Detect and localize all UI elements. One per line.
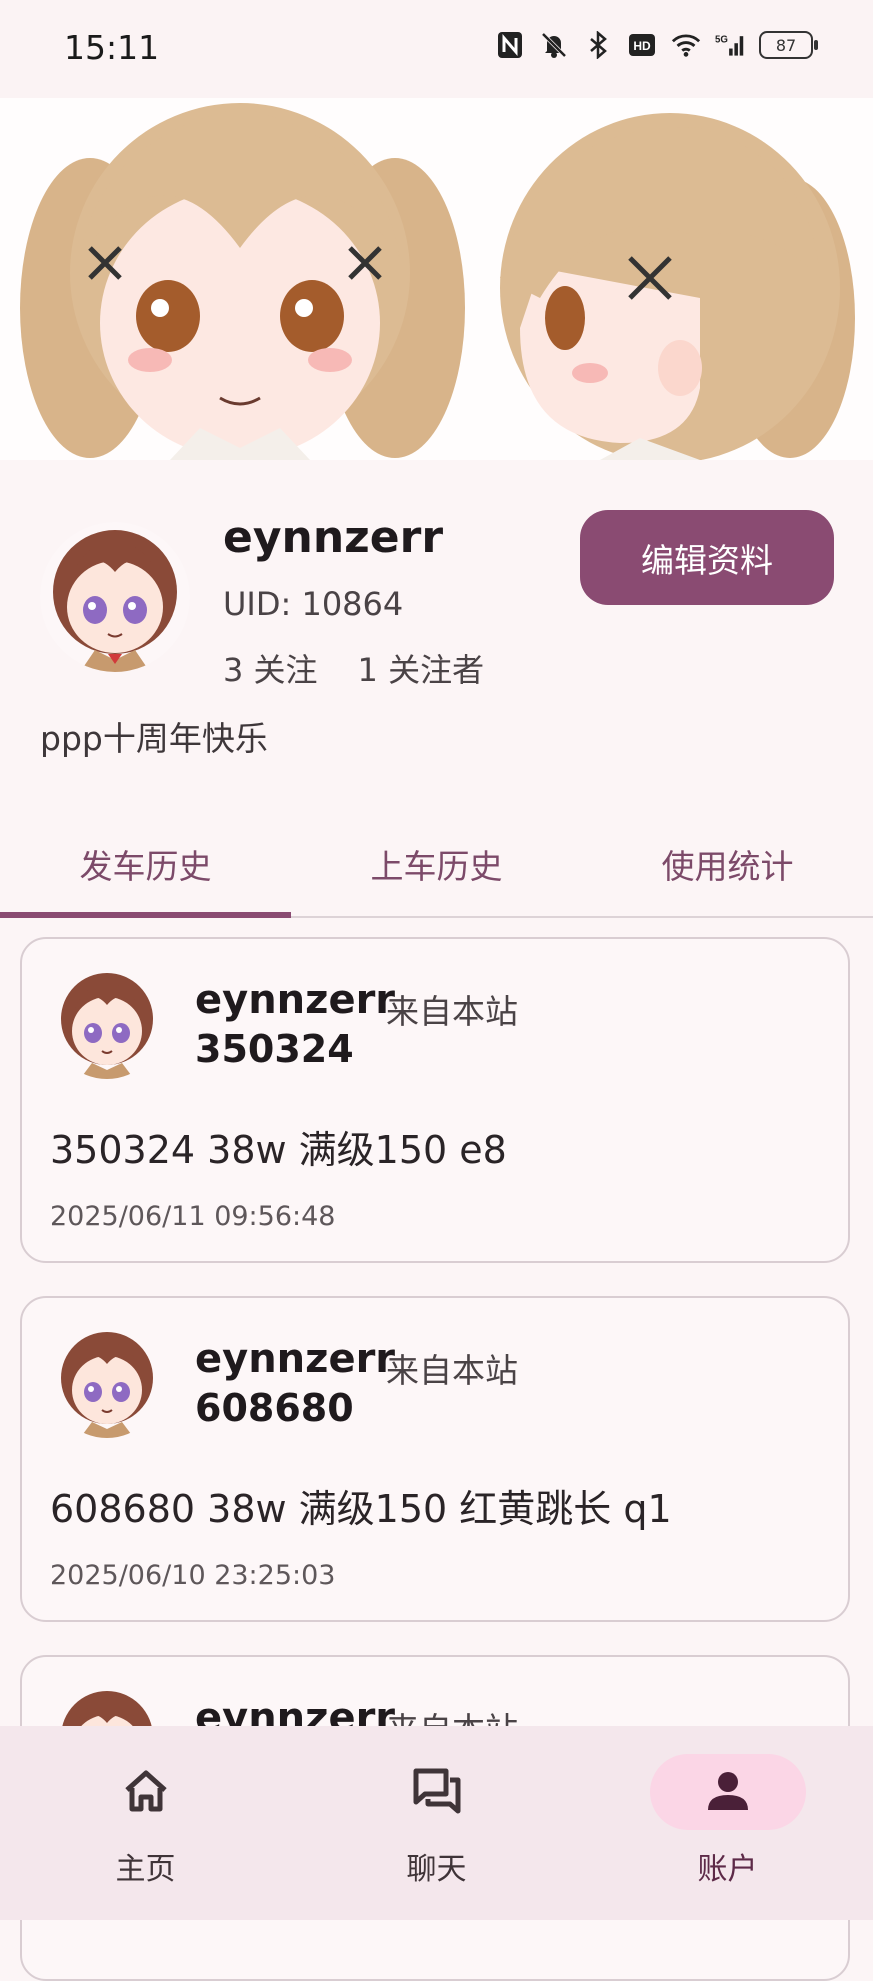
nfc-icon xyxy=(495,30,525,60)
followers-count[interactable]: 1 关注者 xyxy=(358,645,485,691)
svg-text:5G: 5G xyxy=(715,34,728,45)
nav-account-label: 账户 xyxy=(697,1852,758,1887)
mute-icon xyxy=(539,30,569,60)
wifi-icon xyxy=(671,30,701,60)
svg-text:HD: HD xyxy=(633,39,651,53)
following-count[interactable]: 3 关注 xyxy=(223,645,318,691)
post-timestamp: 2025/06/11 09:56:48 xyxy=(50,1201,336,1232)
home-icon xyxy=(121,1766,171,1816)
post-room-number: 350324 xyxy=(195,1027,354,1071)
nav-chat-label: 聊天 xyxy=(406,1852,467,1887)
profile-bio: ppp十周年快乐 xyxy=(40,719,268,758)
post-timestamp: 2025/06/10 23:25:03 xyxy=(50,1560,336,1591)
profile-avatar[interactable] xyxy=(40,522,190,672)
edit-profile-button[interactable]: 编辑资料 xyxy=(580,510,834,605)
profile-tabs: 发车历史 上车历史 使用统计 xyxy=(0,812,873,918)
post-room-number: 608680 xyxy=(195,1386,354,1430)
hd-icon: HD xyxy=(627,30,657,60)
tab-post-history[interactable]: 发车历史 xyxy=(0,812,291,918)
battery-icon: 87 xyxy=(759,31,818,59)
post-username: eynnzerr xyxy=(195,1336,396,1382)
post-avatar[interactable] xyxy=(52,969,162,1079)
status-icons: HD 5G 87 xyxy=(495,30,818,60)
bluetooth-icon xyxy=(583,30,613,60)
nav-home-label: 主页 xyxy=(115,1852,176,1887)
chat-icon xyxy=(412,1766,462,1816)
post-username: eynnzerr xyxy=(195,977,396,1023)
nav-home[interactable]: 主页 xyxy=(0,1726,291,1920)
status-time: 15:11 xyxy=(64,28,160,67)
post-source: 来自本站 xyxy=(386,992,518,1031)
status-bar: 15:11 HD 5G 87 xyxy=(0,0,873,98)
post-message: 350324 38w 满级150 e8 xyxy=(50,1128,507,1172)
profile-banner-image xyxy=(0,98,873,460)
profile-uid: UID: 10864 xyxy=(223,585,404,623)
post-card[interactable]: eynnzerr 来自本站 608680 608680 38w 满级150 红黄… xyxy=(20,1296,850,1622)
5g-signal-icon: 5G xyxy=(715,30,745,60)
nav-account[interactable]: 账户 xyxy=(582,1726,873,1920)
post-avatar[interactable] xyxy=(52,1328,162,1438)
bottom-navigation: 主页 聊天 账户 xyxy=(0,1726,873,1920)
post-card[interactable]: eynnzerr 来自本站 350324 350324 38w 满级150 e8… xyxy=(20,937,850,1263)
follow-stats: 3 关注 1 关注者 xyxy=(223,645,484,691)
post-message: 608680 38w 满级150 红黄跳长 q1 xyxy=(50,1487,672,1531)
profile-username: eynnzerr xyxy=(223,512,444,563)
tab-join-history[interactable]: 上车历史 xyxy=(291,812,582,916)
post-source: 来自本站 xyxy=(386,1351,518,1390)
nav-chat[interactable]: 聊天 xyxy=(291,1726,582,1920)
account-icon xyxy=(703,1766,753,1816)
tab-usage-stats[interactable]: 使用统计 xyxy=(582,812,873,916)
